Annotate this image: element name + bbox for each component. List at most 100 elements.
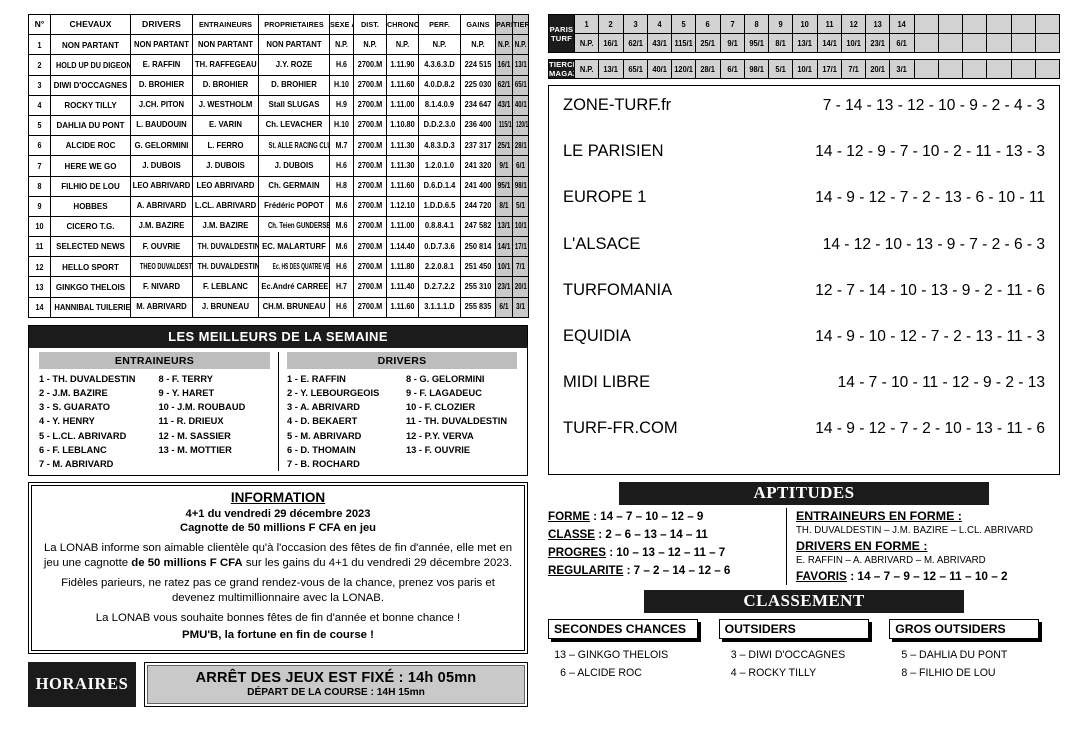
tierce-magazine-odd-6: 28/1 [695, 59, 721, 79]
paris-turf-number-8: 8 [743, 14, 770, 34]
table-row: 6 ALCIDE ROC G. GELORMINI L. FERRO St. ALLE … [28, 135, 529, 157]
cell-perf: 4.8.3.D.3 [418, 135, 461, 157]
pronostic-source: LE PARISIEN [563, 142, 664, 161]
cell-cheval: NON PARTANT [50, 34, 131, 56]
cell-proprietaire: Frédéric POPOT [258, 195, 330, 217]
aptitude-label: CLASSE [548, 527, 596, 541]
cell-paris: 23/1 [495, 276, 513, 298]
cell-sexe: M.7 [329, 135, 354, 157]
paris-turf-odd-11: 14/1 [816, 33, 842, 53]
tierce-magazine-label-line2: MAGAZINE [549, 69, 574, 78]
paris-turf-number-4: 4 [646, 14, 673, 34]
paris-turf-number-20 [1034, 14, 1061, 34]
paris-turf-odds-grid: PARIS TURF 1 2 3 4 5 6 7 8 9 10 11 12 13 14 N.P. 16/1 6… [548, 14, 1061, 53]
cell-proprietaire: EC. MALARTURF [258, 236, 330, 258]
list-item: 1 - E. RAFFIN [287, 373, 346, 384]
cell-dist: 2700.M [353, 135, 387, 157]
cell-cheval: ROCKY TILLY [50, 94, 131, 116]
schedule-race-start: DÉPART DE LA COURSE : 14H 15mn [247, 686, 425, 698]
table-row: 12 HELLO SPORT THEO DUVALDESTIN TH. DUVALDE… [28, 256, 529, 278]
aptitudes-title: APTITUDES [619, 481, 989, 505]
pronostic-source: ZONE-TURF.fr [563, 96, 672, 114]
cell-cheval: HANNIBAL TUILERIE [50, 296, 131, 318]
best-trainers-column: ENTRAINEURS 1 - TH. DUVALDESTIN 2 - J.M. … [31, 352, 278, 471]
cell-gains: 224 515 [460, 54, 496, 76]
cell-num: 3 [28, 74, 51, 96]
classement-item-name: – GINKGO THELOIS [566, 648, 669, 661]
cell-num: 14 [28, 296, 51, 318]
paris-turf-number-19 [1010, 14, 1036, 34]
pronostic-row: ZONE-TURF.fr 7 - 14 - 13 - 12 - 10 - 9 - … [549, 96, 1059, 142]
best-drivers-list-right: 8 - G. GELORMINI 9 - F. LAGADEUC 10 - F. C… [402, 372, 521, 471]
cell-paris: 95/1 [495, 175, 513, 197]
classement-item: 3 – DIWI D'OCCAGNES [719, 646, 884, 664]
list-item: 5 - L.CL. ABRIVARD [39, 430, 127, 441]
table-row: 2 HOLD UP DU DIGEON E. RAFFIN TH. RAFFEGEAU… [28, 54, 529, 76]
aptitude-values: : 7 – 2 – 14 – 12 – 6 [623, 564, 731, 578]
cell-cheval: ALCIDE ROC [50, 135, 131, 157]
cell-tierce: 65/1 [512, 74, 529, 96]
table-row: 14 HANNIBAL TUILERIE M. ABRIVARD J. BRUNEAU… [28, 296, 529, 318]
table-row: 9 HOBBES A. ABRIVARD L.CL. ABRIVARD Frédéric… [28, 195, 529, 217]
information-subtitle-1: 4+1 du vendredi 29 décembre 2023 [185, 508, 371, 521]
paris-turf-label-line2: TURF [550, 33, 573, 43]
tierce-magazine-odd-15 [913, 59, 939, 79]
cell-perf: 4.0.D.8.2 [418, 74, 461, 96]
col-paris-turf: PARIS TURF [495, 13, 513, 36]
cell-paris: 13/1 [495, 215, 513, 238]
cell-perf: 4.3.6.3.D [418, 54, 461, 76]
cell-num: 5 [28, 114, 51, 137]
cell-entraineur: J. BRUNEAU [192, 296, 259, 318]
schedule-panel: HORAIRES ARRÊT DES JEUX EST FIXÉ : 14h 0… [28, 661, 528, 707]
paris-turf-odd-14: 6/1 [889, 33, 915, 53]
cell-gains: 244 720 [460, 195, 496, 217]
list-item: 8 - F. TERRY [158, 373, 213, 384]
cell-sexe: H.7 [329, 276, 354, 298]
tierce-magazine-odd-17 [961, 59, 988, 79]
cell-cheval: SELECTED NEWS [50, 236, 131, 258]
classement-item-number: 4 [730, 666, 737, 679]
list-item: 6 - D. THOMAIN [287, 444, 356, 455]
list-item: 3 - S. GUARATO [39, 402, 110, 413]
tierce-magazine-odds-row: TIERCE MAGAZINE N.P.13/165/140/1120/128/… [548, 59, 1061, 79]
cell-proprietaire: Ec.André CARREE [258, 276, 330, 298]
classement-item-number: 5 [901, 648, 908, 661]
paris-turf-odd-19 [1010, 33, 1036, 53]
classement-item-number: 8 [901, 666, 908, 679]
cell-driver: THEO DUVALDESTIN [130, 256, 193, 278]
cell-sexe: M.6 [329, 236, 354, 258]
cell-paris: 25/1 [495, 135, 513, 157]
aptitude-forme: FORME : 14 – 7 – 10 – 12 – 9 [548, 508, 780, 526]
cell-num: 11 [28, 236, 51, 258]
cell-entraineur: TH. DUVALDESTIN [192, 236, 259, 258]
pronostic-selection: 7 - 14 - 13 - 12 - 10 - 9 - 2 - 4 - 3 [822, 97, 1045, 114]
information-slogan: PMU'B, la fortune en fin de course ! [182, 629, 374, 642]
cell-dist: N.P. [353, 34, 387, 56]
list-item: 2 - Y. LEBOURGEOIS [287, 387, 380, 398]
cell-perf: N.P. [418, 34, 461, 56]
paris-turf-odd-10: 13/1 [792, 33, 818, 53]
paris-turf-number-18 [986, 14, 1012, 34]
tierce-magazine-odd-9: 5/1 [767, 59, 794, 79]
classement-items: 13 – GINKGO THELOIS 6 – ALCIDE ROC [548, 646, 713, 682]
best-trainers-heading: ENTRAINEURS [39, 352, 270, 369]
cell-proprietaire: Ec. HS DES QUATRE VENTS [258, 256, 330, 278]
cell-driver: E. RAFFIN [130, 54, 193, 76]
cell-tierce: 5/1 [512, 195, 529, 217]
list-item: 5 - M. ABRIVARD [287, 430, 362, 441]
best-drivers-list-left: 1 - E. RAFFIN 2 - Y. LEBOURGEOIS 3 - A. AB… [283, 372, 402, 471]
list-item: 10 - J.M. ROUBAUD [158, 402, 246, 413]
paris-turf-number-16 [937, 14, 964, 34]
paris-turf-odd-12: 10/1 [840, 33, 867, 53]
tierce-magazine-odds-grid: TIERCE MAGAZINE N.P.13/165/140/1120/128/… [548, 59, 1061, 79]
cell-dist: 2700.M [353, 236, 387, 258]
cell-sexe: H.6 [329, 256, 354, 278]
cell-cheval: HOBBES [50, 195, 131, 217]
cell-sexe: M.6 [329, 195, 354, 217]
classement-column-heading: GROS OUTSIDERS [889, 618, 1040, 639]
col-sexe-age: SEXE AGE [329, 13, 354, 36]
cell-paris: N.P. [495, 34, 513, 56]
best-of-week-title: LES MEILLEURS DE LA SEMAINE [29, 325, 527, 349]
paris-turf-number-5: 5 [670, 14, 697, 34]
information-paragraph-1: La LONAB informe son aimable clientèle q… [42, 541, 514, 570]
